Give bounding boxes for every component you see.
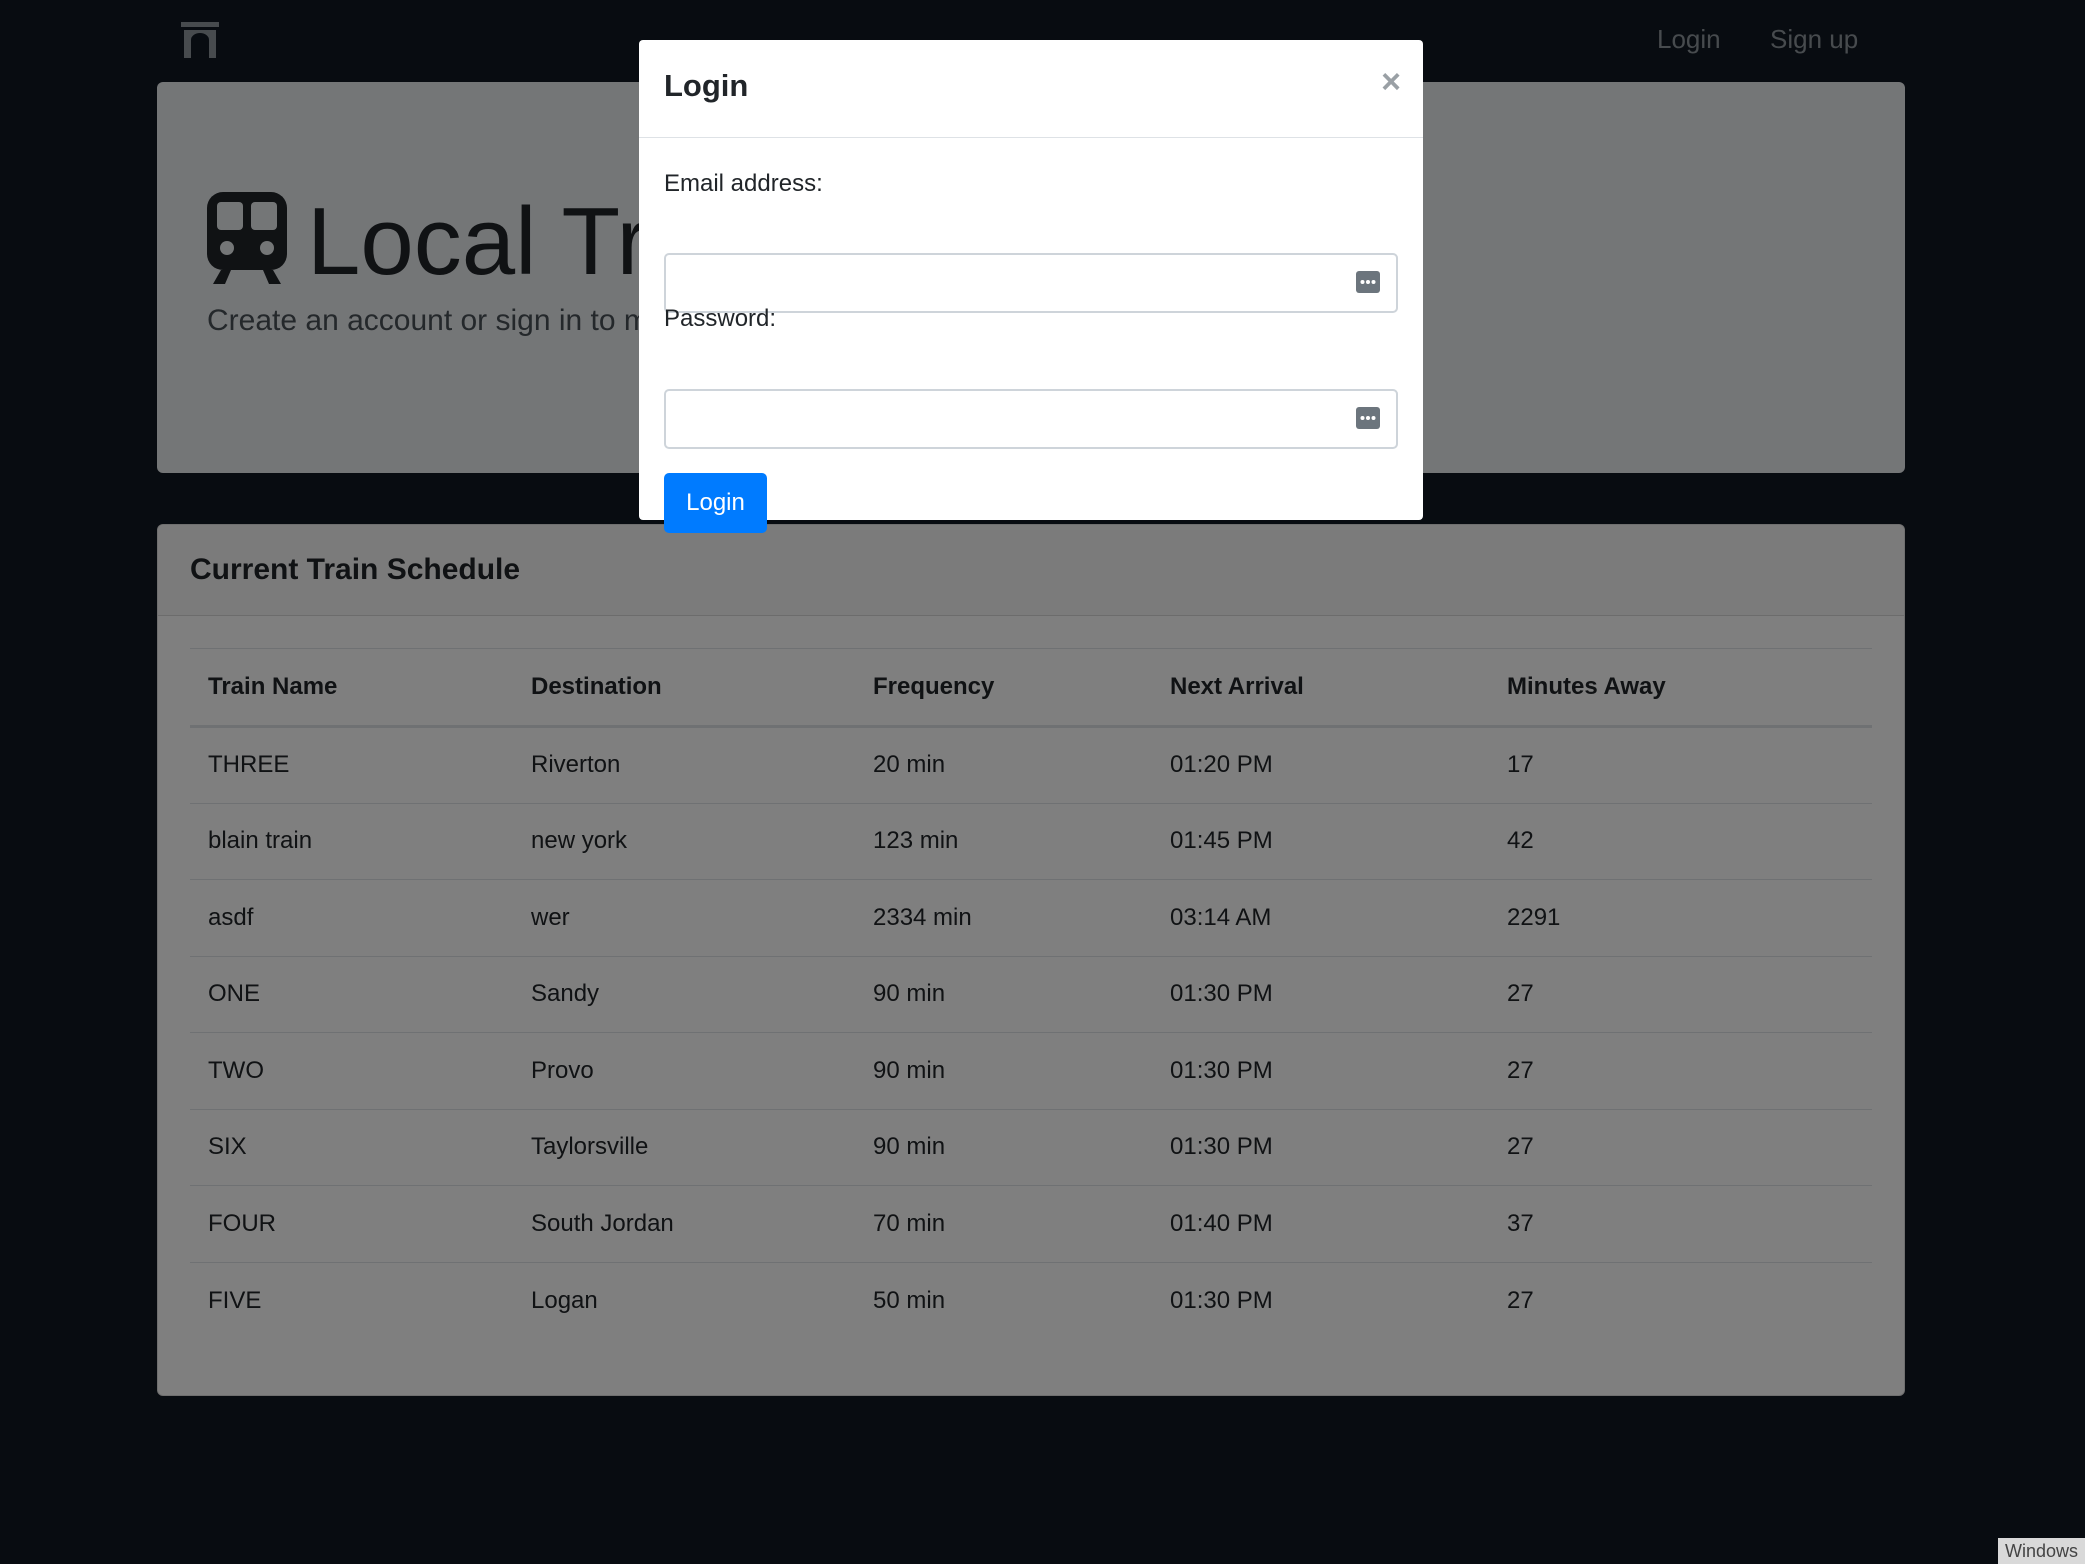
login-submit-button[interactable]: Login: [664, 473, 767, 533]
modal-header: Login ×: [639, 40, 1423, 138]
close-button[interactable]: ×: [1381, 62, 1401, 102]
email-field-wrapper: [664, 253, 1398, 313]
email-label: Email address:: [664, 170, 823, 197]
email-field[interactable]: [666, 255, 1396, 311]
password-manager-icon[interactable]: [1356, 271, 1380, 293]
password-manager-icon[interactable]: [1356, 407, 1380, 429]
password-field-wrapper: [664, 389, 1398, 449]
password-field[interactable]: [666, 391, 1396, 447]
windows-watermark: Windows: [1998, 1538, 2085, 1564]
password-label: Password:: [664, 305, 777, 332]
modal-title: Login: [664, 68, 749, 103]
login-modal: Login × Email address: Password: Login: [639, 40, 1423, 533]
